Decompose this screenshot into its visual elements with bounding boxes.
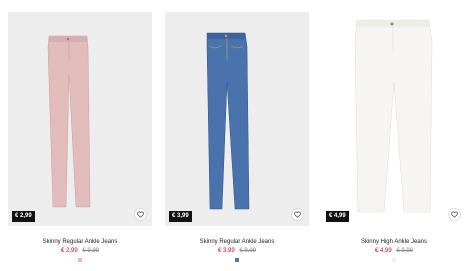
product-prices: € 2,99 € 9,99 [8, 248, 152, 254]
original-price: € 9,99 [239, 248, 257, 254]
favorite-button[interactable] [134, 208, 147, 221]
product-image[interactable]: € 3,99 [165, 12, 309, 226]
heart-icon [137, 211, 144, 218]
product-card[interactable]: € 2,99 Skinny Regular Ankle Jeans € 2,99… [8, 0, 152, 271]
product-card[interactable]: € 3,99 Skinny Regular Ankle Jeans € 3,99… [165, 0, 309, 271]
heart-icon [294, 211, 301, 218]
sale-price: € 3,99 [217, 248, 235, 254]
product-name[interactable]: Skinny High Ankle Jeans [322, 239, 466, 245]
favorite-button[interactable] [448, 208, 461, 221]
color-swatch[interactable] [235, 258, 239, 262]
product-prices: € 3,99 € 9,99 [165, 248, 309, 254]
product-prices: € 4,99 € 9,99 [322, 248, 466, 254]
product-image[interactable]: € 2,99 [8, 12, 152, 226]
heart-icon [451, 211, 458, 218]
product-name[interactable]: Skinny Regular Ankle Jeans [165, 239, 309, 245]
jeans-image [206, 32, 250, 210]
price-tag: € 2,99 [12, 211, 35, 222]
price-tag: € 3,99 [169, 211, 192, 222]
jeans-image [354, 19, 433, 213]
jeans-image [47, 35, 91, 208]
favorite-button[interactable] [291, 208, 304, 221]
color-swatch[interactable] [392, 258, 396, 262]
sale-price: € 4,99 [374, 248, 392, 254]
color-swatch[interactable] [78, 258, 82, 262]
original-price: € 9,99 [396, 248, 414, 254]
original-price: € 9,99 [82, 248, 100, 254]
sale-price: € 2,99 [60, 248, 78, 254]
product-card[interactable]: € 4,99 Skinny High Ankle Jeans € 4,99 € … [322, 0, 466, 271]
product-name[interactable]: Skinny Regular Ankle Jeans [8, 239, 152, 245]
product-image[interactable]: € 4,99 [322, 12, 466, 226]
price-tag: € 4,99 [326, 211, 349, 222]
